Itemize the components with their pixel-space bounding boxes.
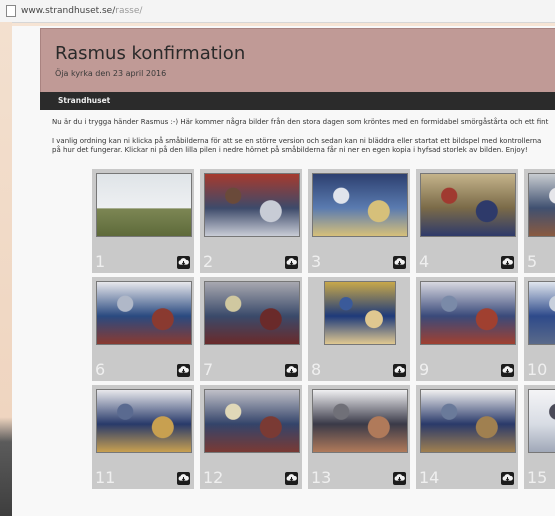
gallery-tile[interactable]: 12 — [200, 385, 302, 489]
gallery-tile[interactable]: 10 — [524, 277, 555, 381]
tile-number: 8 — [311, 360, 322, 379]
cloud-download-icon[interactable] — [285, 364, 298, 377]
tile-number: 11 — [95, 468, 116, 487]
tile-number: 15 — [527, 468, 548, 487]
photo-thumbnail[interactable] — [312, 173, 408, 237]
page-icon — [6, 5, 16, 17]
photo-thumbnail[interactable] — [420, 281, 516, 345]
photo-gallery: 1 2 3 4 5 6 7 8 9 10 11 12 13 14 15 — [92, 169, 555, 516]
intro-paragraph-2-line-1: I vanlig ordning kan ni klicka på småbil… — [52, 137, 542, 145]
cloud-download-icon[interactable] — [177, 472, 190, 485]
photo-thumbnail[interactable] — [204, 173, 300, 237]
photo-thumbnail[interactable] — [324, 281, 396, 345]
tile-number: 6 — [95, 360, 106, 379]
photo-thumbnail[interactable] — [420, 173, 516, 237]
nav-bar: Strandhuset — [40, 92, 555, 110]
cloud-download-icon[interactable] — [177, 364, 190, 377]
tile-number: 5 — [527, 252, 538, 271]
tile-number: 7 — [203, 360, 214, 379]
tile-number: 12 — [203, 468, 224, 487]
nav-item-strandhuset[interactable]: Strandhuset — [58, 96, 110, 105]
gallery-tile[interactable]: 6 — [92, 277, 194, 381]
gallery-tile[interactable]: 2 — [200, 169, 302, 273]
intro-paragraph-1: Nu är du i trygga händer Rasmus :-) Här … — [52, 118, 549, 126]
gallery-tile[interactable]: 1 — [92, 169, 194, 273]
photo-thumbnail[interactable] — [204, 281, 300, 345]
cloud-download-icon[interactable] — [501, 364, 514, 377]
site-header: Rasmus konfirmation Öja kyrka den 23 apr… — [40, 28, 555, 94]
address-bar[interactable]: www.strandhuset.se/rasse/ — [0, 0, 555, 23]
gallery-tile[interactable]: 4 — [416, 169, 518, 273]
photo-thumbnail[interactable] — [312, 389, 408, 453]
tile-number: 2 — [203, 252, 214, 271]
gallery-tile[interactable]: 7 — [200, 277, 302, 381]
cloud-download-icon[interactable] — [501, 472, 514, 485]
photo-thumbnail[interactable] — [96, 389, 192, 453]
cloud-download-icon[interactable] — [285, 256, 298, 269]
page-subtitle: Öja kyrka den 23 april 2016 — [55, 69, 167, 78]
tile-number: 13 — [311, 468, 332, 487]
page-title: Rasmus konfirmation — [55, 43, 246, 64]
photo-thumbnail[interactable] — [528, 281, 555, 345]
tile-number: 9 — [419, 360, 430, 379]
url-path: rasse/ — [115, 6, 143, 16]
tile-number: 4 — [419, 252, 430, 271]
cloud-download-icon[interactable] — [177, 256, 190, 269]
gallery-tile[interactable]: 14 — [416, 385, 518, 489]
tile-number: 14 — [419, 468, 440, 487]
photo-thumbnail[interactable] — [420, 389, 516, 453]
intro-text: Nu är du i trygga händer Rasmus :-) Här … — [52, 118, 555, 155]
gallery-tile[interactable]: 3 — [308, 169, 410, 273]
gallery-tile[interactable]: 8 — [308, 277, 410, 381]
photo-thumbnail[interactable] — [528, 389, 555, 453]
gallery-tile[interactable]: 9 — [416, 277, 518, 381]
web-page: Rasmus konfirmation Öja kyrka den 23 apr… — [12, 26, 555, 516]
tile-number: 10 — [527, 360, 548, 379]
intro-paragraph-2-line-2: på hur det fungerar. Klickar ni på den l… — [52, 146, 528, 154]
tile-number: 1 — [95, 252, 106, 271]
gallery-tile[interactable]: 15 — [524, 385, 555, 489]
cloud-download-icon[interactable] — [393, 472, 406, 485]
tile-number: 3 — [311, 252, 322, 271]
cloud-download-icon[interactable] — [285, 472, 298, 485]
cloud-download-icon[interactable] — [393, 364, 406, 377]
photo-thumbnail[interactable] — [528, 173, 555, 237]
gallery-tile[interactable]: 11 — [92, 385, 194, 489]
gallery-tile[interactable]: 5 — [524, 169, 555, 273]
photo-thumbnail[interactable] — [96, 173, 192, 237]
cloud-download-icon[interactable] — [393, 256, 406, 269]
photo-thumbnail[interactable] — [204, 389, 300, 453]
cloud-download-icon[interactable] — [501, 256, 514, 269]
gallery-tile[interactable]: 13 — [308, 385, 410, 489]
url-host: www.strandhuset.se/ — [21, 6, 116, 16]
photo-thumbnail[interactable] — [96, 281, 192, 345]
desktop-background — [0, 22, 12, 516]
